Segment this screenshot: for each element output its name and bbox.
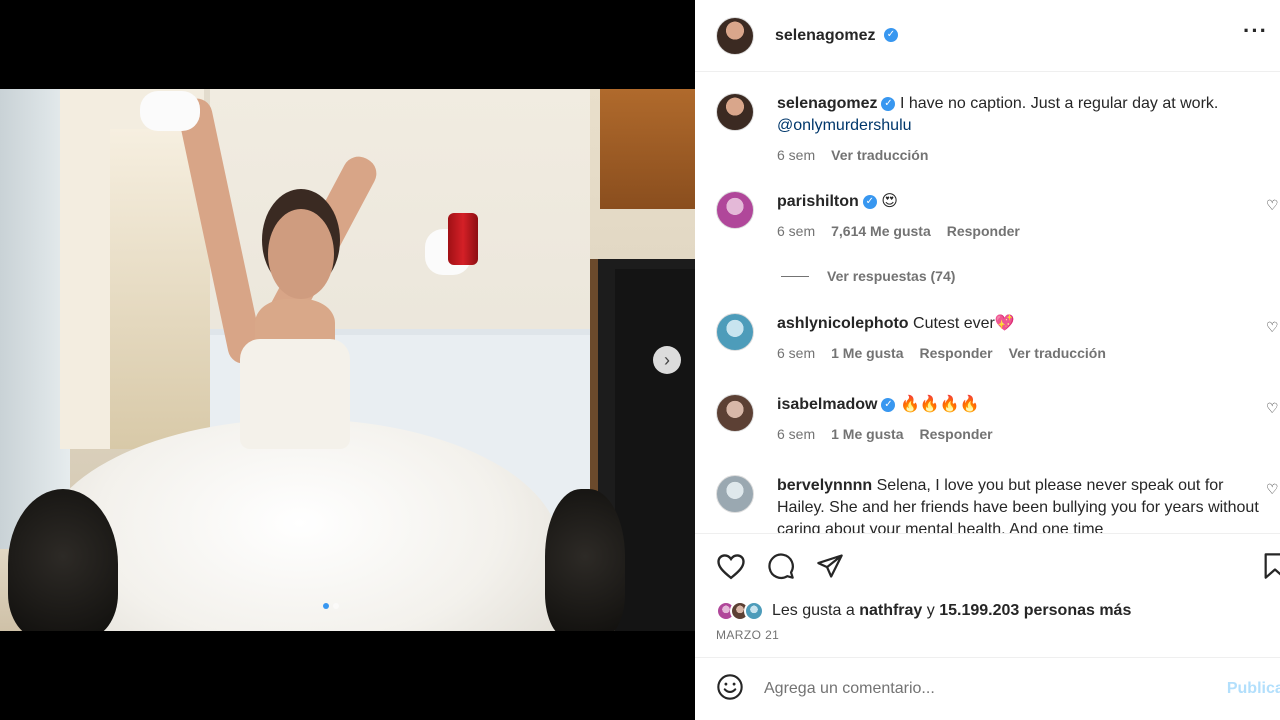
avatar[interactable] <box>744 601 764 621</box>
verified-badge-icon: ✓ <box>883 28 898 43</box>
comment-username[interactable]: parishilton <box>777 193 859 210</box>
comment-likes[interactable]: 1 Me gusta <box>831 426 903 442</box>
comment-item: parishilton ✓ 😍 6 sem 7,614 Me gusta Resp… <box>716 191 1279 239</box>
caption-body: I have no caption. Just a regular day at… <box>899 95 1219 112</box>
chevron-right-icon: › <box>664 350 670 370</box>
post-panel: selenagomez ✓ ··· selenagomez ✓ I have no… <box>695 0 1280 720</box>
post-photo[interactable] <box>0 89 695 631</box>
carousel-dot <box>323 603 329 609</box>
photo-dark-figure <box>615 269 695 631</box>
carousel-indicator <box>323 603 339 609</box>
photo-boot <box>8 489 118 631</box>
likes-connector: y <box>926 602 935 619</box>
likes-count[interactable]: 15.199.203 personas más <box>939 602 1131 619</box>
comment-text: isabelmadow ✓ 🔥🔥🔥🔥 <box>777 394 1267 416</box>
publish-button[interactable]: Publicar <box>1227 680 1280 698</box>
likes-prefix: Les gusta a <box>772 602 855 619</box>
comment-item: ashlynicolephoto Cutest ever💖 6 sem 1 Me… <box>716 313 1279 361</box>
caption-meta: 6 sem Ver traducción <box>777 147 1267 163</box>
liker-username[interactable]: nathfray <box>859 602 922 619</box>
carousel-dot <box>333 603 339 609</box>
heart-icon[interactable]: ♡ <box>1266 197 1279 213</box>
verified-badge-icon: ✓ <box>881 397 896 412</box>
likes-summary: Les gusta a nathfray y 15.199.203 person… <box>716 601 1131 621</box>
photo-boot <box>545 489 625 631</box>
heart-icon[interactable]: ♡ <box>1266 481 1279 497</box>
more-options-icon[interactable]: ··· <box>1243 18 1268 44</box>
comment-meta: 6 sem 7,614 Me gusta Responder <box>777 223 1267 239</box>
comment-username[interactable]: bervelynnnn <box>777 477 872 494</box>
photo-glove <box>140 91 200 131</box>
likes-text: Les gusta a nathfray y 15.199.203 person… <box>772 602 1131 620</box>
caption-text: selenagomez ✓ I have no caption. Just a r… <box>777 93 1267 137</box>
action-bar <box>716 552 844 580</box>
comment-text: bervelynnnn Selena, I love you but pleas… <box>777 475 1267 533</box>
post-header: selenagomez ✓ ··· <box>695 0 1280 72</box>
verified-badge-icon: ✓ <box>862 194 877 209</box>
replies-divider <box>781 275 809 277</box>
comment-username[interactable]: ashlynicolephoto <box>777 315 909 332</box>
photo-bodice <box>240 339 350 449</box>
comment-item: bervelynnnn Selena, I love you but pleas… <box>716 475 1279 533</box>
mention-link[interactable]: @onlymurdershulu <box>777 117 912 134</box>
timestamp[interactable]: 6 sem <box>777 426 815 442</box>
avatar[interactable] <box>716 394 754 432</box>
bookmark-icon[interactable] <box>1262 552 1280 585</box>
translate-link[interactable]: Ver traducción <box>831 147 928 163</box>
reply-button[interactable]: Responder <box>919 426 992 442</box>
comment-meta: 6 sem 1 Me gusta Responder Ver traducció… <box>777 345 1267 361</box>
avatar[interactable] <box>716 475 754 513</box>
caption-username[interactable]: selenagomez <box>777 95 877 112</box>
author-username[interactable]: selenagomez ✓ <box>775 27 898 45</box>
photo-cabinet <box>600 89 695 209</box>
verified-badge-icon: ✓ <box>881 96 896 111</box>
avatar[interactable] <box>716 313 754 351</box>
comment-body: 🔥🔥🔥🔥 <box>899 396 980 413</box>
author-name[interactable]: selenagomez <box>775 27 875 44</box>
comment-username[interactable]: isabelmadow <box>777 396 877 413</box>
heart-icon[interactable]: ♡ <box>1266 400 1279 416</box>
comment-icon[interactable] <box>766 552 796 580</box>
timestamp[interactable]: 6 sem <box>777 147 815 163</box>
avatar[interactable] <box>716 16 754 55</box>
add-comment-bar: Agrega un comentario... Publicar <box>695 657 1280 720</box>
translate-link[interactable]: Ver traducción <box>1009 345 1106 361</box>
timestamp[interactable]: 6 sem <box>777 345 815 361</box>
heart-icon[interactable] <box>716 552 746 580</box>
comment-item: isabelmadow ✓ 🔥🔥🔥🔥 6 sem 1 Me gusta Respo… <box>716 394 1279 442</box>
photo-soda-can <box>448 213 478 265</box>
heart-icon[interactable]: ♡ <box>1266 319 1279 335</box>
post-date[interactable]: MARZO 21 <box>716 628 779 642</box>
next-image-button[interactable]: › <box>653 346 681 374</box>
comment-text: parishilton ✓ 😍 <box>777 191 1267 213</box>
post-media: › <box>0 0 695 720</box>
photo-head <box>268 209 334 299</box>
comment-body: Cutest ever💖 <box>913 315 1015 332</box>
comment-meta: 6 sem 1 Me gusta Responder <box>777 426 1267 442</box>
comment-likes[interactable]: 7,614 Me gusta <box>831 223 931 239</box>
comments-list[interactable]: selenagomez ✓ I have no caption. Just a r… <box>695 73 1280 533</box>
avatar[interactable] <box>716 93 754 131</box>
caption-row: selenagomez ✓ I have no caption. Just a r… <box>716 93 1276 163</box>
comment-text: ashlynicolephoto Cutest ever💖 <box>777 313 1267 335</box>
avatar[interactable] <box>716 191 754 229</box>
comment-likes[interactable]: 1 Me gusta <box>831 345 903 361</box>
reply-button[interactable]: Responder <box>919 345 992 361</box>
post-actions: Les gusta a nathfray y 15.199.203 person… <box>695 533 1280 657</box>
timestamp[interactable]: 6 sem <box>777 223 815 239</box>
emoji-icon[interactable] <box>716 673 744 706</box>
view-replies-button[interactable]: Ver respuestas (74) <box>781 268 955 284</box>
comment-input[interactable]: Agrega un comentario... <box>764 680 935 698</box>
reply-button[interactable]: Responder <box>947 223 1020 239</box>
view-replies-label[interactable]: Ver respuestas (74) <box>827 268 955 284</box>
comment-body: 😍 <box>881 193 898 210</box>
paper-plane-icon[interactable] <box>816 552 844 580</box>
